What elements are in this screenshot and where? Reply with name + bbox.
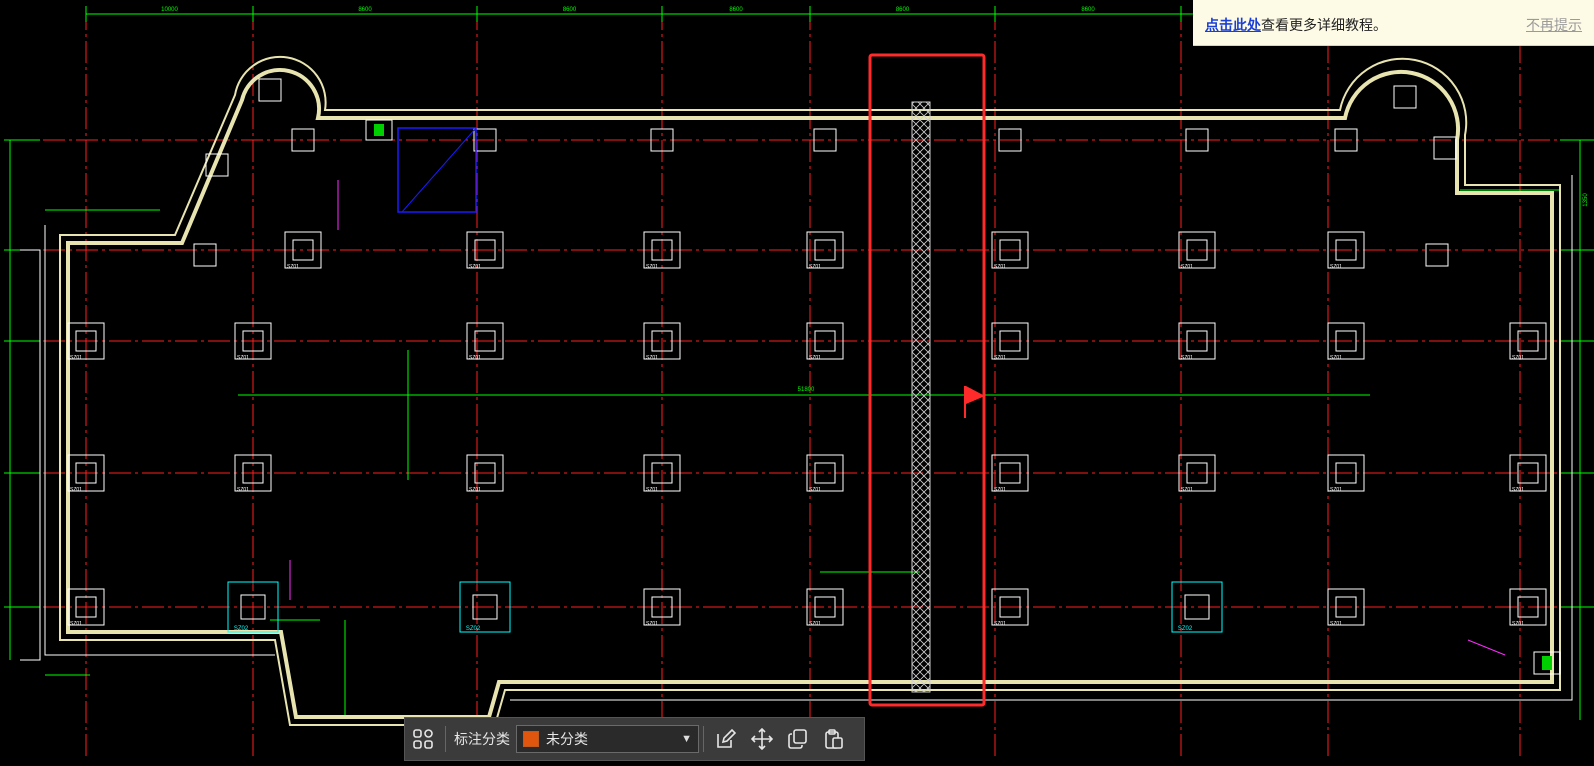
- right-dimension-text: 1350: [1583, 193, 1589, 207]
- column-isolated: [1425, 243, 1449, 267]
- paste-button[interactable]: [816, 721, 852, 757]
- blue-box-diagonal: [401, 127, 477, 213]
- column-tag: SZ01: [1181, 487, 1193, 493]
- grid-icon-button[interactable]: [405, 721, 441, 757]
- column-tag: SZ01: [1330, 487, 1342, 493]
- equipment-symbol: [1542, 656, 1552, 670]
- column-isolated: [258, 78, 282, 102]
- column-tag: SZ01: [994, 264, 1006, 270]
- column-tag: SZ01: [994, 621, 1006, 627]
- column-tag: SZ01: [1181, 264, 1193, 270]
- column-tag: SZ01: [646, 264, 658, 270]
- column-tag: SZ01: [237, 487, 249, 493]
- annotation-toolbar: 标注分类 未分类 ▼: [404, 717, 865, 761]
- paste-icon: [825, 729, 843, 749]
- column-tag: SZ01: [1181, 355, 1193, 361]
- column-tag: SZ01: [994, 355, 1006, 361]
- tip-message: 查看更多详细教程。: [1261, 17, 1387, 33]
- column-isolated: [1393, 85, 1417, 109]
- column-tag: SZ01: [469, 487, 481, 493]
- column-tag: SZ01: [70, 355, 82, 361]
- category-value: 未分类: [546, 731, 588, 747]
- column-tag: SZ01: [1330, 621, 1342, 627]
- tip-message-line: 点击此处查看更多详细教程。: [1205, 15, 1387, 35]
- hatched-strip: [911, 101, 931, 693]
- toolbar-divider: [703, 726, 704, 752]
- flag-icon: [966, 386, 985, 404]
- category-color-swatch: [523, 731, 539, 747]
- tutorial-link[interactable]: 点击此处: [1205, 17, 1261, 33]
- column-layer: SZ01 SZ01 SZ01 SZ01 SZ01 SZ01 SZ01 SZ01 SZ01 SZ01…: [67, 78, 1547, 633]
- column-tag: SZ01: [70, 621, 82, 627]
- edit-button[interactable]: [708, 721, 744, 757]
- column-tag: SZ01: [646, 355, 658, 361]
- outline-offset-line: [510, 175, 1573, 701]
- column-isolated: [193, 243, 217, 267]
- tutorial-tip-banner: 点击此处查看更多详细教程。 不再提示: [1193, 0, 1594, 46]
- annotation-leader: [1467, 639, 1506, 656]
- edit-icon: [717, 728, 737, 748]
- top-dimension-text: 10000: [161, 7, 178, 13]
- chevron-down-icon: ▼: [681, 733, 692, 745]
- column-tag: SZ01: [1330, 264, 1342, 270]
- equipment-symbol: [374, 124, 384, 136]
- top-dimension-text: 8600: [563, 7, 577, 13]
- cad-drawing-canvas[interactable]: 10000 8600 8600 8600 8600 8600518001350 SZ01 S…: [0, 0, 1594, 766]
- column-tag: SZ01: [1512, 487, 1524, 493]
- top-dimension-text: 8600: [358, 7, 372, 13]
- column-tag: SZ01: [809, 355, 821, 361]
- top-dimension-text: 8600: [1081, 7, 1095, 13]
- category-label: 标注分类: [454, 731, 510, 747]
- highlighted-column-tag: SZ02: [234, 626, 249, 632]
- outline-offset-line: [20, 249, 41, 661]
- overall-dimension-text: 51800: [798, 387, 815, 393]
- column-tag: SZ01: [237, 355, 249, 361]
- top-dimension-text: 8600: [729, 7, 743, 13]
- column-tag: SZ01: [994, 487, 1006, 493]
- column-tag: SZ01: [469, 355, 481, 361]
- column-tag: SZ01: [469, 264, 481, 270]
- column-tag: SZ01: [646, 487, 658, 493]
- column-tag: SZ01: [287, 264, 299, 270]
- column-tag: SZ01: [646, 621, 658, 627]
- column-tag: SZ01: [70, 487, 82, 493]
- highlighted-column-tag: SZ02: [1178, 626, 1193, 632]
- column-tag: SZ01: [809, 487, 821, 493]
- move-button[interactable]: [744, 721, 780, 757]
- copy-icon: [788, 729, 807, 749]
- highlighted-column-tag: SZ02: [466, 626, 481, 632]
- axis-grid: [10, 8, 1594, 760]
- grid-icon: [413, 729, 433, 749]
- column-tag: SZ01: [1512, 621, 1524, 627]
- toolbar-divider: [445, 726, 446, 752]
- move-icon: [751, 728, 773, 750]
- category-dropdown[interactable]: 未分类 ▼: [516, 725, 699, 753]
- column-tag: SZ01: [809, 621, 821, 627]
- column-tag: SZ01: [1512, 355, 1524, 361]
- column-tag: SZ01: [809, 264, 821, 270]
- column-tag: SZ01: [1330, 355, 1342, 361]
- outline-offset-line: [44, 225, 275, 656]
- top-dimension-text: 8600: [896, 7, 910, 13]
- copy-button[interactable]: [780, 721, 816, 757]
- dismiss-tip-link[interactable]: 不再提示: [1526, 15, 1582, 35]
